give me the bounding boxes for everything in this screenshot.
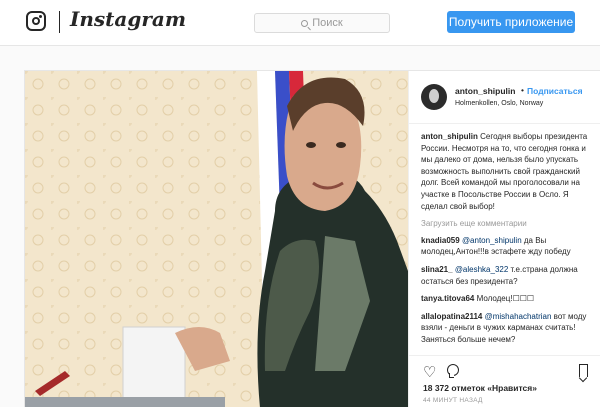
search-input[interactable]: Поиск [254,13,390,33]
comment-mention[interactable]: @anton_shipulin [462,236,522,245]
follow-button[interactable]: Подписаться [527,86,583,96]
post-photo[interactable] [25,71,408,407]
search-placeholder: Поиск [312,17,343,29]
separator-dot: • [521,85,524,95]
post-timestamp[interactable]: 44 МИНУТ НАЗАД [423,397,483,404]
likes-count[interactable]: 18 372 отметок «Нравится» [423,383,537,393]
bookmark-icon[interactable] [579,364,588,377]
logo-divider [59,11,60,33]
post-card: anton_shipulin • Подписаться Holmenkolle… [24,70,600,407]
caption: anton_shipulin Сегодня выборы президента… [421,131,595,212]
comment-mention[interactable]: @aleshka_322 [455,265,509,274]
post-header: anton_shipulin • Подписаться Holmenkolle… [409,71,600,124]
comment-icon[interactable] [447,364,459,378]
caption-author[interactable]: anton_shipulin [421,132,478,141]
get-app-button[interactable]: Получить приложение [447,11,575,33]
instagram-wordmark[interactable]: Instagram [70,7,186,31]
post-sidebar: anton_shipulin • Подписаться Holmenkolle… [408,71,600,407]
comment-author[interactable]: knadia059 [421,236,460,245]
top-navigation-bar: Instagram Поиск Получить приложение [0,0,600,46]
comment-mention[interactable]: @mishahachatrian [485,312,552,321]
comment-text: Молодец!☐☐☐ [474,294,535,304]
list-item: slina21_ @aleshka_322 т.е.страна должна … [421,264,595,287]
avatar[interactable] [421,84,447,110]
location-link[interactable]: Holmenkollen, Oslo, Norway [455,100,543,107]
instagram-camera-icon[interactable] [26,11,46,31]
post-actions: ♡ 18 372 отметок «Нравится» 44 МИНУТ НАЗ… [409,355,600,407]
post-photo-illustration [25,71,408,407]
search-icon [301,19,309,27]
author-username[interactable]: anton_shipulin [455,86,515,96]
comment-author[interactable]: tanya.titova64 [421,294,474,303]
list-item: allalopatina2114 @mishahachatrian вот мо… [421,311,595,346]
comment-author[interactable]: slina21_ [421,265,453,274]
list-item: tanya.titova64 Молодец!☐☐☐ [421,293,595,305]
list-item: knadia059 @anton_shipulin да Вы молодец,… [421,235,595,258]
heart-icon[interactable]: ♡ [423,365,436,380]
comments-list: anton_shipulin Сегодня выборы президента… [421,131,595,352]
load-more-comments-button[interactable]: Загрузить еще комментарии [421,218,595,230]
comment-author[interactable]: allalopatina2114 [421,312,482,321]
caption-text: Сегодня выборы президента России. Несмот… [421,132,588,211]
